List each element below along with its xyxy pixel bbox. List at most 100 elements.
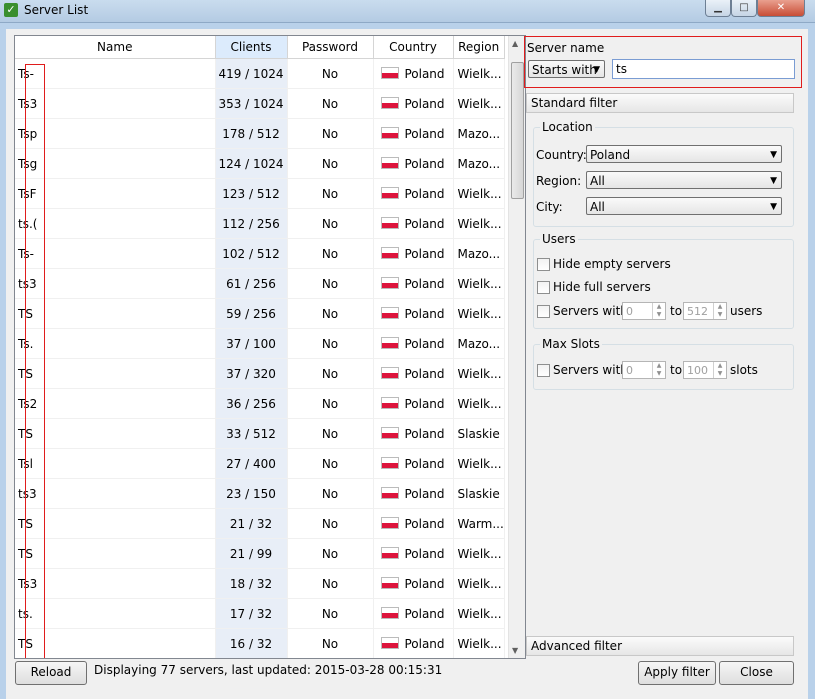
table-row[interactable]: TS 21 / 32 No Poland Warm... <box>15 508 505 539</box>
spin-arrows-icon[interactable]: ▲ ▼ <box>652 303 665 319</box>
server-table: Name Clients Password Country Region Ts-… <box>15 36 505 658</box>
city-select[interactable]: All ▼ <box>586 197 782 215</box>
table-row[interactable]: Ts2 36 / 256 No Poland Wielk... <box>15 388 505 419</box>
table-row[interactable]: Ts- 419 / 1024 No Poland Wielk... <box>15 58 505 89</box>
server-name-cell: Ts- <box>15 238 216 269</box>
table-row[interactable]: Ts3 18 / 32 No Poland Wielk... <box>15 568 505 599</box>
slots-max-spinbox[interactable]: 100 ▲ ▼ <box>683 361 727 379</box>
slots-range-checkbox[interactable] <box>537 364 550 377</box>
scroll-down-icon[interactable]: ▼ <box>512 646 518 655</box>
server-list[interactable]: Name Clients Password Country Region Ts-… <box>14 35 526 659</box>
users-min-spinbox[interactable]: 0 ▲ ▼ <box>622 302 666 320</box>
poland-flag-icon <box>381 636 400 649</box>
spin-arrows-icon[interactable]: ▲ ▼ <box>713 303 726 319</box>
chevron-down-icon: ▼ <box>593 65 600 75</box>
scrollbar-thumb[interactable] <box>511 62 524 199</box>
clients-cell: 178 / 512 <box>215 118 288 149</box>
poland-flag-icon <box>381 246 400 259</box>
hide-empty-checkbox[interactable] <box>537 258 550 271</box>
slots-unit-label: slots <box>730 363 758 377</box>
table-row[interactable]: TS 21 / 99 No Poland Wielk... <box>15 538 505 569</box>
table-row[interactable]: TS 37 / 320 No Poland Wielk... <box>15 358 505 389</box>
scroll-up-icon[interactable]: ▲ <box>512 39 518 48</box>
country-cell: Poland <box>373 208 454 239</box>
slots-servers-with-label: Servers with <box>553 363 628 377</box>
poland-flag-icon <box>381 516 400 529</box>
region-cell: Mazo... <box>453 238 505 269</box>
region-value: All <box>590 174 605 188</box>
poland-flag-icon <box>381 306 400 319</box>
minimize-button[interactable]: ▁ <box>705 0 731 17</box>
country-cell: Poland <box>373 358 454 389</box>
slots-to-label: to <box>670 363 683 377</box>
users-servers-with-label: Servers with <box>553 304 628 318</box>
table-row[interactable]: TS 59 / 256 No Poland Wielk... <box>15 298 505 329</box>
spin-arrows-icon[interactable]: ▲ ▼ <box>713 362 726 378</box>
title-bar: ✓ Server List ▁ □ ✕ <box>0 0 815 23</box>
poland-flag-icon <box>381 276 400 289</box>
region-select[interactable]: All ▼ <box>586 171 782 189</box>
region-cell: Wielk... <box>453 568 505 599</box>
clients-cell: 353 / 1024 <box>215 88 288 119</box>
country-cell: Poland <box>373 328 454 359</box>
region-cell: Wielk... <box>453 298 505 329</box>
country-name: Poland <box>404 186 445 201</box>
column-header-region[interactable]: Region <box>453 36 505 59</box>
server-name-cell: Ts2 <box>15 388 216 419</box>
table-row[interactable]: Tsp 178 / 512 No Poland Mazo... <box>15 118 505 149</box>
server-name-input[interactable]: ts <box>612 59 795 79</box>
close-button[interactable]: Close <box>719 661 794 685</box>
table-row[interactable]: TS 16 / 32 No Poland Wielk... <box>15 628 505 658</box>
country-name: Poland <box>404 96 445 111</box>
hide-empty-label: Hide empty servers <box>553 257 671 271</box>
standard-filter-header[interactable]: Standard filter <box>526 93 794 113</box>
region-cell: Wielk... <box>453 358 505 389</box>
location-group-title: Location <box>540 120 595 134</box>
maximize-button[interactable]: □ <box>731 0 757 17</box>
country-name: Poland <box>404 546 445 561</box>
table-row[interactable]: ts. 17 / 32 No Poland Wielk... <box>15 598 505 629</box>
table-row[interactable]: ts3 23 / 150 No Poland Slaskie <box>15 478 505 509</box>
server-name-cell: Tsl <box>15 448 216 479</box>
table-row[interactable]: ts.(112 / 256 No Poland Wielk... <box>15 208 505 239</box>
users-unit-label: users <box>730 304 763 318</box>
column-header-name[interactable]: Name <box>15 36 216 59</box>
table-row[interactable]: TsF 123 / 512 No Poland Wielk... <box>15 178 505 209</box>
apply-filter-button[interactable]: Apply filter <box>638 661 716 685</box>
country-select[interactable]: Poland ▼ <box>586 145 782 163</box>
country-name: Poland <box>404 426 445 441</box>
password-cell: No <box>287 328 374 359</box>
table-row[interactable]: ts3 61 / 256 No Poland Wielk... <box>15 268 505 299</box>
password-cell: No <box>287 88 374 119</box>
column-header-clients[interactable]: Clients <box>215 36 288 59</box>
column-header-password[interactable]: Password <box>287 36 374 59</box>
users-max-spinbox[interactable]: 512 ▲ ▼ <box>683 302 727 320</box>
table-row[interactable]: Ts- 102 / 512 No Poland Mazo... <box>15 238 505 269</box>
poland-flag-icon <box>381 606 400 619</box>
list-scrollbar[interactable]: ▲ ▼ <box>508 36 525 658</box>
spin-arrows-icon[interactable]: ▲ ▼ <box>652 362 665 378</box>
table-row[interactable]: Ts. 37 / 100 No Poland Mazo... <box>15 328 505 359</box>
column-header-country[interactable]: Country <box>373 36 454 59</box>
table-row[interactable]: TS 33 / 512 No Poland Slaskie <box>15 418 505 449</box>
region-cell: Wielk... <box>453 208 505 239</box>
clients-cell: 102 / 512 <box>215 238 288 269</box>
table-row[interactable]: Tsg 124 / 1024 No Poland Mazo... <box>15 148 505 179</box>
hide-full-checkbox[interactable] <box>537 281 550 294</box>
reload-button[interactable]: Reload <box>15 661 87 685</box>
country-name: Poland <box>404 306 445 321</box>
table-row[interactable]: Ts3 353 / 1024 No Poland Wielk... <box>15 88 505 119</box>
slots-min-spinbox[interactable]: 0 ▲ ▼ <box>622 361 666 379</box>
close-window-button[interactable]: ✕ <box>757 0 805 17</box>
advanced-filter-header[interactable]: Advanced filter <box>526 636 794 656</box>
password-cell: No <box>287 598 374 629</box>
country-cell: Poland <box>373 238 454 269</box>
max-slots-group-title: Max Slots <box>540 337 602 351</box>
match-mode-select[interactable]: Starts with ▼ <box>528 60 605 78</box>
password-cell: No <box>287 208 374 239</box>
password-cell: No <box>287 358 374 389</box>
clients-cell: 61 / 256 <box>215 268 288 299</box>
users-range-checkbox[interactable] <box>537 305 550 318</box>
table-row[interactable]: Tsl 27 / 400 No Poland Wielk... <box>15 448 505 479</box>
country-name: Poland <box>404 366 445 381</box>
